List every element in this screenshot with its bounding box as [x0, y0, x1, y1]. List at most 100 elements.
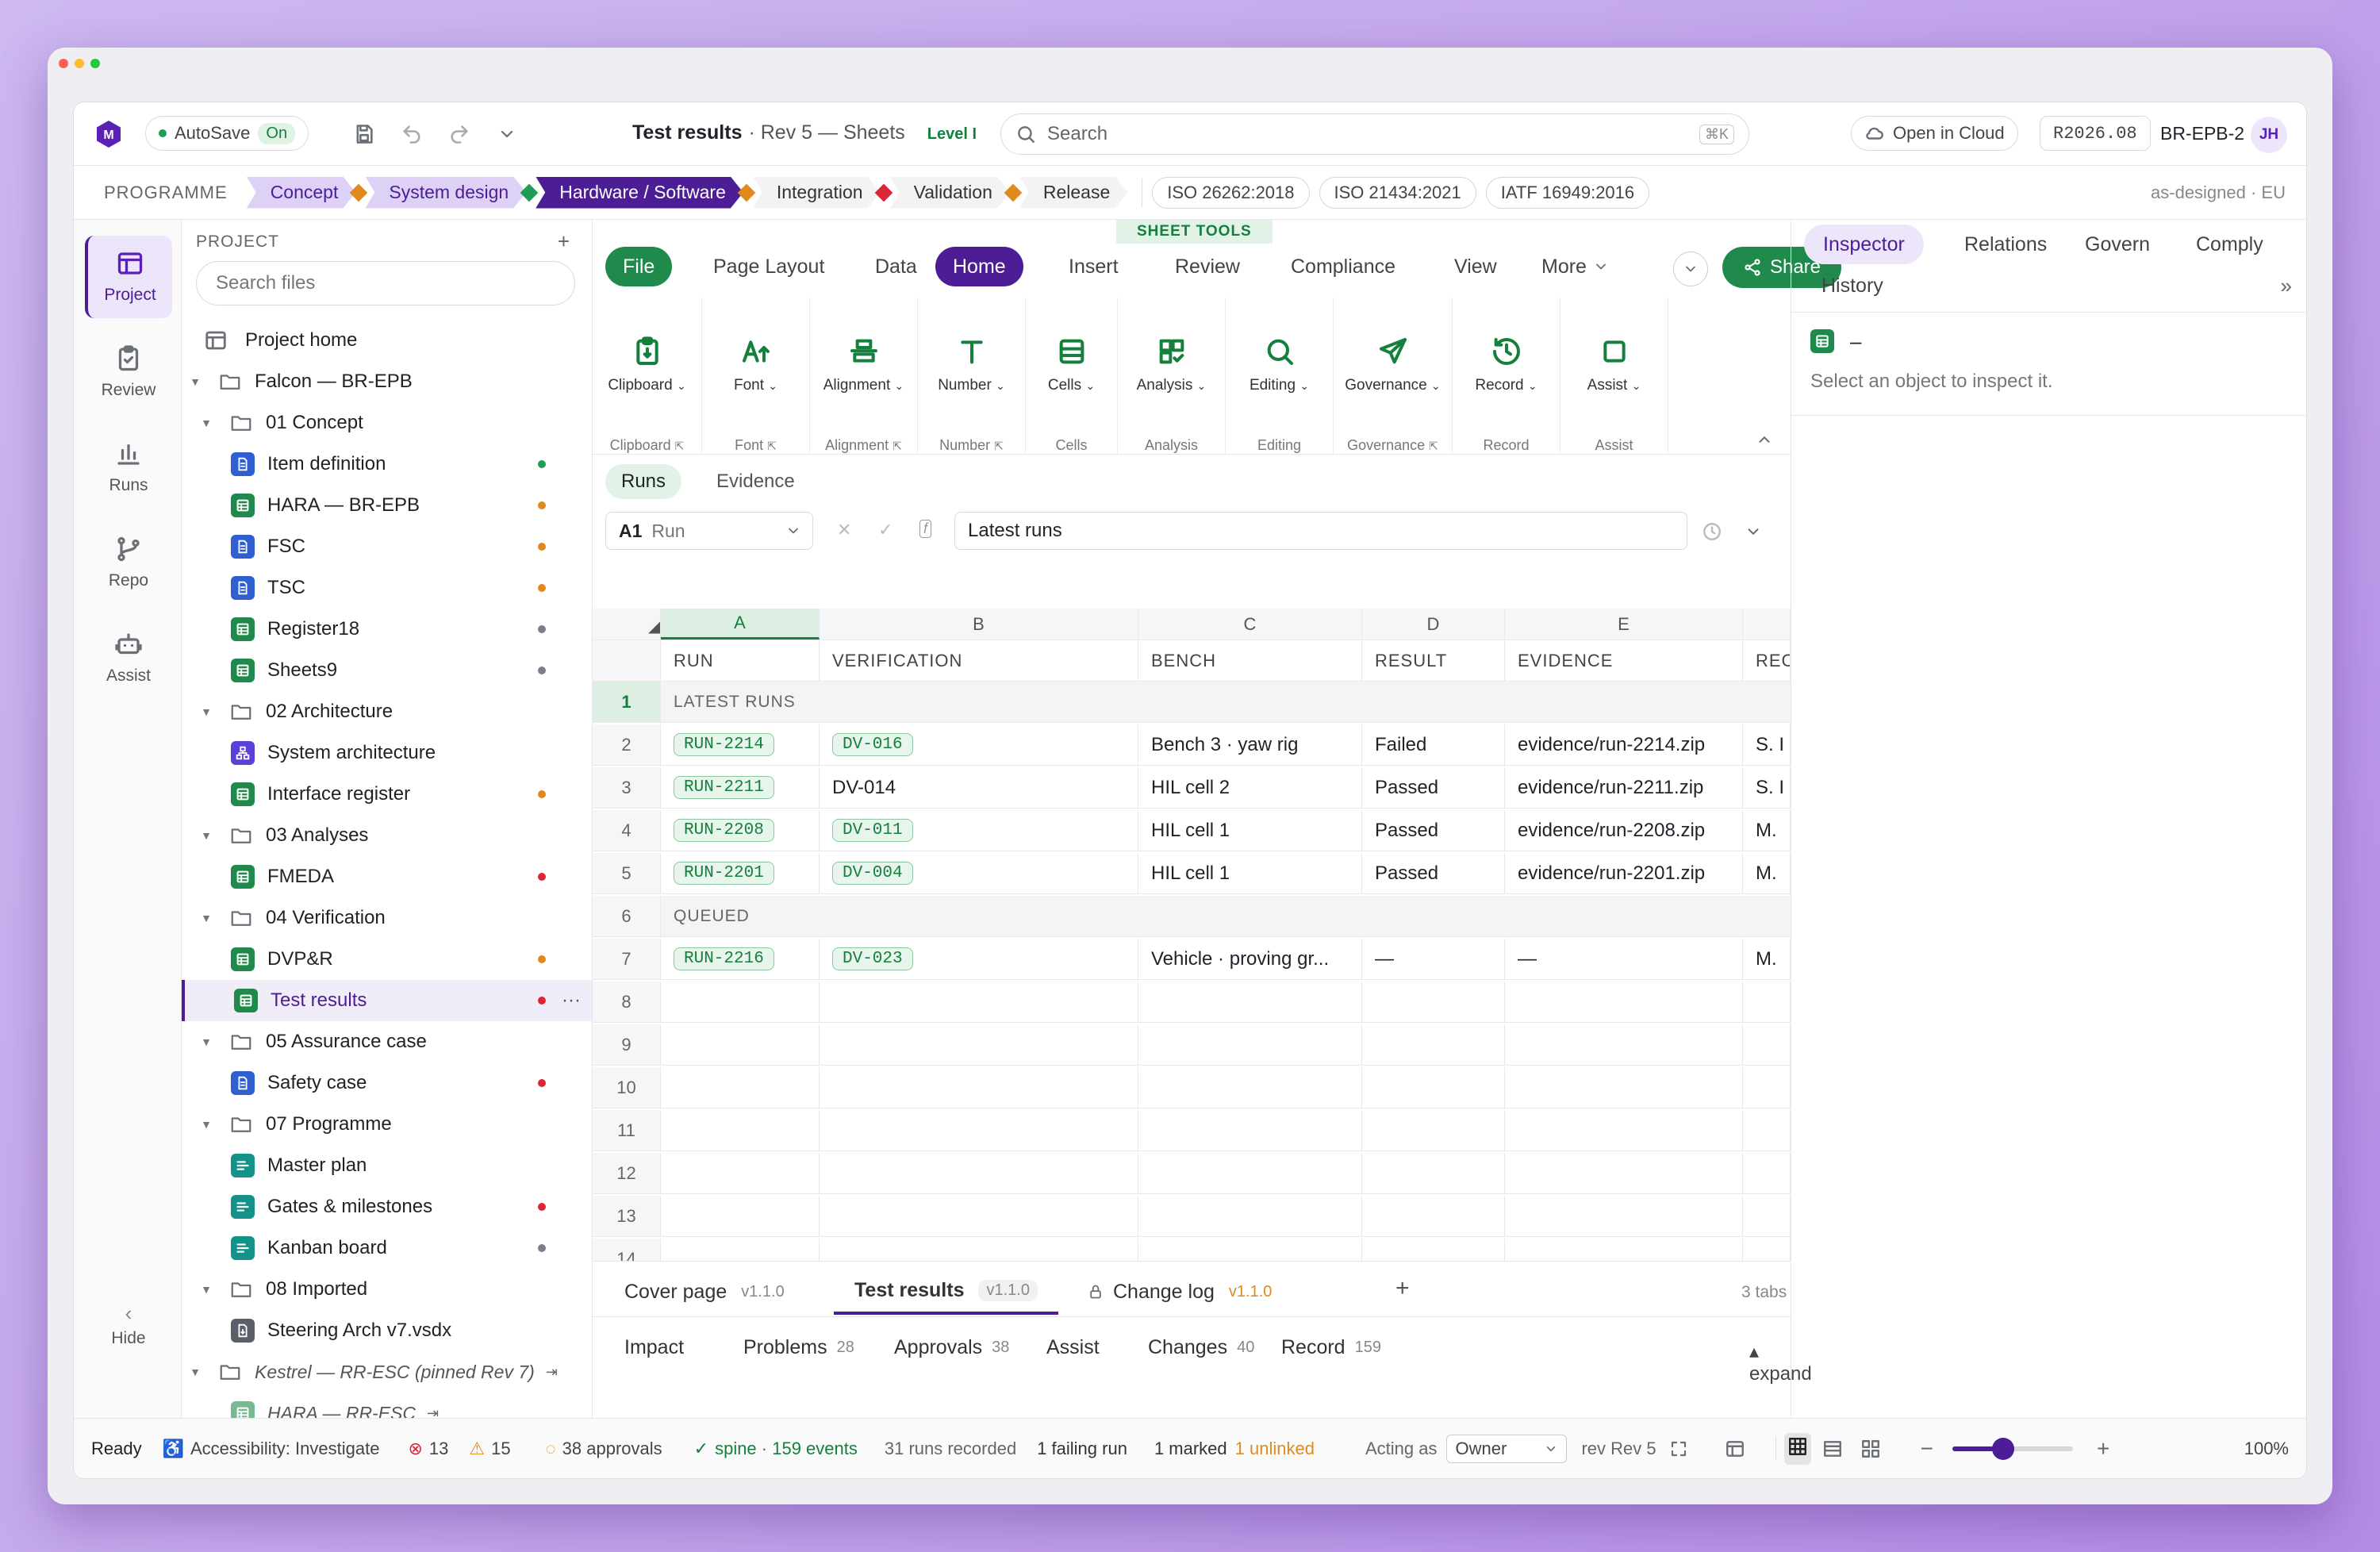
- grid-view-button[interactable]: [1783, 1432, 1811, 1465]
- result-cell[interactable]: Passed: [1362, 767, 1505, 808]
- sheet-tab-cover-page[interactable]: Cover page v1.1.0: [624, 1269, 785, 1315]
- empty-cell[interactable]: [661, 1153, 820, 1193]
- ribbon-button-label[interactable]: Assist ⌄: [1560, 377, 1668, 394]
- ribbon-button-font[interactable]: [702, 336, 809, 367]
- row-number[interactable]: 12: [593, 1153, 661, 1193]
- chevron-up-icon[interactable]: [1756, 431, 1773, 448]
- panel-expand-icon[interactable]: »: [2281, 274, 2292, 298]
- gate-validation[interactable]: Validation: [890, 177, 1010, 209]
- tree-folder[interactable]: ▼ Falcon — BR-EPB: [182, 361, 592, 402]
- ribbon-button-label[interactable]: Analysis ⌄: [1118, 377, 1225, 394]
- standard-badge[interactable]: ISO 21434:2021: [1319, 176, 1476, 209]
- row-number[interactable]: 10: [593, 1067, 661, 1108]
- column-header[interactable]: EVIDENCE: [1505, 640, 1743, 681]
- view-tab-runs[interactable]: Runs: [605, 464, 682, 499]
- tab-file[interactable]: File: [605, 247, 673, 286]
- dialog-launcher-icon[interactable]: ⇱: [675, 440, 685, 452]
- empty-cell[interactable]: [1362, 1153, 1505, 1193]
- evidence-cell[interactable]: evidence/run-2208.zip: [1505, 810, 1743, 851]
- verification-chip[interactable]: DV-011: [832, 819, 913, 842]
- rail-hide-button[interactable]: ‹ Hide: [85, 1283, 172, 1366]
- result-cell[interactable]: —: [1362, 939, 1505, 979]
- table-row[interactable]: 9: [593, 1024, 1791, 1066]
- empty-cell[interactable]: [1743, 1239, 1791, 1261]
- tree-file[interactable]: Kanban board: [182, 1227, 592, 1269]
- row-number[interactable]: [593, 640, 661, 681]
- sheet-tab-change-log[interactable]: Change log v1.1.0: [1088, 1269, 1272, 1315]
- verification-cell[interactable]: DV-016: [820, 724, 1138, 765]
- ribbon-button-label[interactable]: Font ⌄: [702, 377, 809, 394]
- tree-folder[interactable]: ▼ 07 Programme: [182, 1104, 592, 1145]
- select-all-corner[interactable]: [593, 609, 661, 640]
- run-cell[interactable]: RUN-2201: [661, 853, 820, 893]
- ribbon-collapse-button[interactable]: [1673, 252, 1708, 286]
- table-row[interactable]: 1 LATEST RUNS: [593, 682, 1791, 723]
- open-in-cloud-button[interactable]: Open in Cloud: [1851, 116, 2018, 151]
- evidence-cell[interactable]: evidence/run-2211.zip: [1505, 767, 1743, 808]
- minimize-window-button[interactable]: [75, 59, 84, 68]
- row-number[interactable]: 3: [593, 767, 661, 808]
- inspector-tab-inspector[interactable]: Inspector: [1804, 225, 1924, 264]
- zoom-in-button[interactable]: +: [2097, 1436, 2109, 1462]
- tree-folder[interactable]: ▼ Kestrel — RR-ESC (pinned Rev 7) ⇥: [182, 1351, 592, 1393]
- tree-file[interactable]: FMEDA: [182, 856, 592, 897]
- row-number[interactable]: 4: [593, 810, 661, 851]
- tree-folder[interactable]: ▼ 01 Concept: [182, 402, 592, 444]
- panel-tab-changes[interactable]: Changes 40: [1148, 1324, 1254, 1370]
- empty-cell[interactable]: [1743, 1024, 1791, 1065]
- formula-input[interactable]: Latest runs: [954, 512, 1687, 550]
- bench-cell[interactable]: Vehicle · proving gr...: [1138, 939, 1362, 979]
- empty-cell[interactable]: [661, 1196, 820, 1236]
- evidence-cell[interactable]: evidence/run-2201.zip: [1505, 853, 1743, 893]
- add-file-button[interactable]: +: [558, 229, 570, 254]
- empty-cell[interactable]: [820, 1024, 1138, 1065]
- inspector-tab-relations[interactable]: Relations: [1947, 225, 2064, 264]
- confirm-edit-icon[interactable]: ✓: [878, 520, 892, 540]
- bench-cell[interactable]: Bench 3 · yaw rig: [1138, 724, 1362, 765]
- empty-cell[interactable]: [820, 1067, 1138, 1108]
- evidence-cell[interactable]: —: [1505, 939, 1743, 979]
- chevron-down-icon[interactable]: [1745, 523, 1762, 540]
- approvals-status[interactable]: ◌ 38 approvals: [546, 1439, 662, 1459]
- recorder-cell[interactable]: M.: [1743, 810, 1791, 851]
- tree-folder[interactable]: ▼ 03 Analyses: [182, 815, 592, 856]
- empty-cell[interactable]: [1138, 1239, 1362, 1261]
- column-header[interactable]: BENCH: [1138, 640, 1362, 681]
- tab-view[interactable]: View: [1437, 247, 1514, 286]
- expand-caret-icon[interactable]: ▼: [201, 705, 212, 718]
- tree-file[interactable]: Test results ···: [182, 980, 592, 1021]
- empty-cell[interactable]: [1743, 1110, 1791, 1151]
- tree-folder[interactable]: ▼ 08 Imported: [182, 1269, 592, 1310]
- recorder-cell[interactable]: M.: [1743, 939, 1791, 979]
- dialog-launcher-icon[interactable]: ⇱: [994, 440, 1004, 452]
- verification-chip[interactable]: DV-004: [832, 862, 913, 885]
- tab-data[interactable]: Data: [858, 247, 935, 286]
- tree-file[interactable]: Master plan: [182, 1145, 592, 1186]
- empty-cell[interactable]: [1505, 1239, 1743, 1261]
- bench-cell[interactable]: HIL cell 1: [1138, 853, 1362, 893]
- tab-insert[interactable]: Insert: [1051, 247, 1136, 286]
- table-row[interactable]: 3 RUN-2211 DV-014 HIL cell 2 Passed evidence/…: [593, 767, 1791, 809]
- ribbon-button-label[interactable]: Editing ⌄: [1226, 377, 1333, 394]
- empty-cell[interactable]: [661, 1110, 820, 1151]
- failing-runs[interactable]: 1 failing run: [1037, 1439, 1127, 1459]
- tree-file[interactable]: DVP&R: [182, 939, 592, 980]
- empty-cell[interactable]: [820, 982, 1138, 1022]
- row-number[interactable]: 6: [593, 896, 661, 936]
- unlinked-count[interactable]: 1 unlinked: [1235, 1439, 1315, 1459]
- empty-cell[interactable]: [661, 1239, 820, 1261]
- inspector-tab-comply[interactable]: Comply: [2178, 225, 2281, 264]
- tree-file[interactable]: System architecture: [182, 732, 592, 774]
- empty-cell[interactable]: [820, 1110, 1138, 1151]
- row-number[interactable]: 14: [593, 1239, 661, 1261]
- redo-icon[interactable]: [448, 123, 470, 145]
- column-letter[interactable]: B: [820, 609, 1138, 640]
- rail-item-runs[interactable]: Runs: [85, 426, 172, 509]
- table-row[interactable]: 2 RUN-2214 DV-016 Bench 3 · yaw rig Failed ev…: [593, 724, 1791, 766]
- result-cell[interactable]: Passed: [1362, 853, 1505, 893]
- accessibility-status[interactable]: ♿ Accessibility: Investigate: [163, 1439, 380, 1459]
- table-row[interactable]: 13: [593, 1196, 1791, 1237]
- global-search[interactable]: Search ⌘K: [1000, 113, 1749, 155]
- name-box[interactable]: A1 Run: [605, 512, 813, 550]
- inspector-tab-govern[interactable]: Govern: [2067, 225, 2167, 264]
